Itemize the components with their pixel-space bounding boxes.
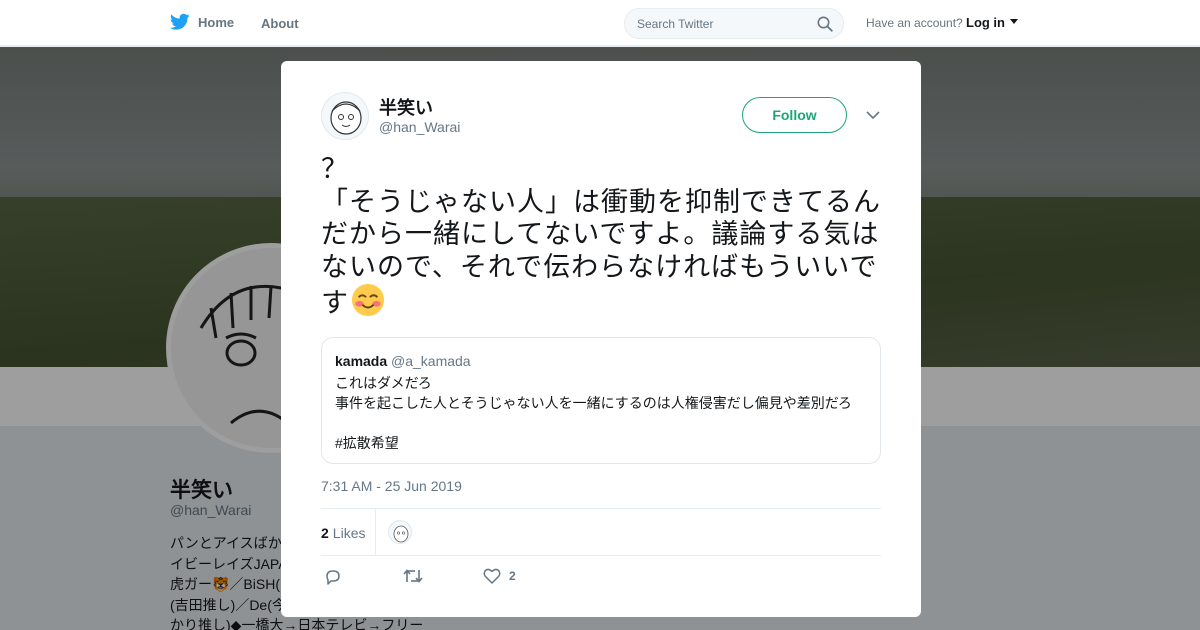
author-avatar[interactable] [321,92,369,140]
login-dropdown[interactable]: Log in [966,15,1018,30]
chevron-down-icon[interactable] [866,110,880,120]
likes-link[interactable]: 2 Likes [321,525,365,541]
liker-avatar[interactable] [388,520,412,544]
tweet-text: ？ 「そうじゃない人」は衝動を抑制できてるんだから一緒にしてないですよ。議論する… [321,154,881,318]
like-action-count: 2 [509,569,516,583]
tweet-body: ？ 「そうじゃない人」は衝動を抑制できてるんだから一緒にしてないですよ。議論する… [321,153,886,320]
reply-icon [326,570,340,585]
heart-icon [483,568,501,584]
author-avatar-drawing [322,93,368,139]
quoted-author-handle: @a_kamada [391,353,471,369]
likes-label: Likes [332,525,366,541]
nav-home-label: Home [198,14,235,30]
top-navigation-bar: Home About Have an account? Log in [0,0,1200,46]
liker-avatar-drawing [393,525,409,543]
search-icon[interactable] [817,16,833,32]
quoted-tweet[interactable]: kamada @a_kamada これはダメだろ 事件を起こした人とそうじゃない… [321,337,881,464]
search-box[interactable] [624,8,844,39]
likes-count: 2 [321,525,329,541]
likes-summary: 2 Likes [321,508,881,556]
like-button[interactable]: 2 [483,568,516,584]
author-name[interactable]: 半笑い [379,94,433,120]
twitter-bird-icon [170,13,190,30]
retweet-button[interactable] [402,568,424,584]
tweet-actions: 2 [321,566,881,590]
tweet-timestamp[interactable]: 7:31 AM - 25 Jun 2019 [321,478,462,494]
author-handle[interactable]: @han_Warai [379,119,460,135]
account-prompt: Have an account? [866,16,963,30]
close-icon[interactable] [1154,12,1180,38]
search-input[interactable] [625,9,815,38]
reply-button[interactable] [324,568,342,586]
login-label: Log in [966,15,1005,30]
tweet-modal: 半笑い @han_Warai Follow ？ 「そうじゃない人」は衝動を抑制で… [281,61,921,617]
smiling-face-with-blush-icon [351,283,385,317]
nav-about-link[interactable]: About [261,16,299,31]
likes-divider [375,509,376,555]
retweet-icon [403,569,423,583]
quoted-author-name: kamada [335,353,388,369]
nav-home-link[interactable]: Home [170,13,234,31]
caret-down-icon [1009,19,1018,24]
follow-button[interactable]: Follow [742,97,847,133]
quoted-tweet-text: これはダメだろ 事件を起こした人とそうじゃない人を一緒にするのは人権侵害だし偏見… [335,375,852,451]
